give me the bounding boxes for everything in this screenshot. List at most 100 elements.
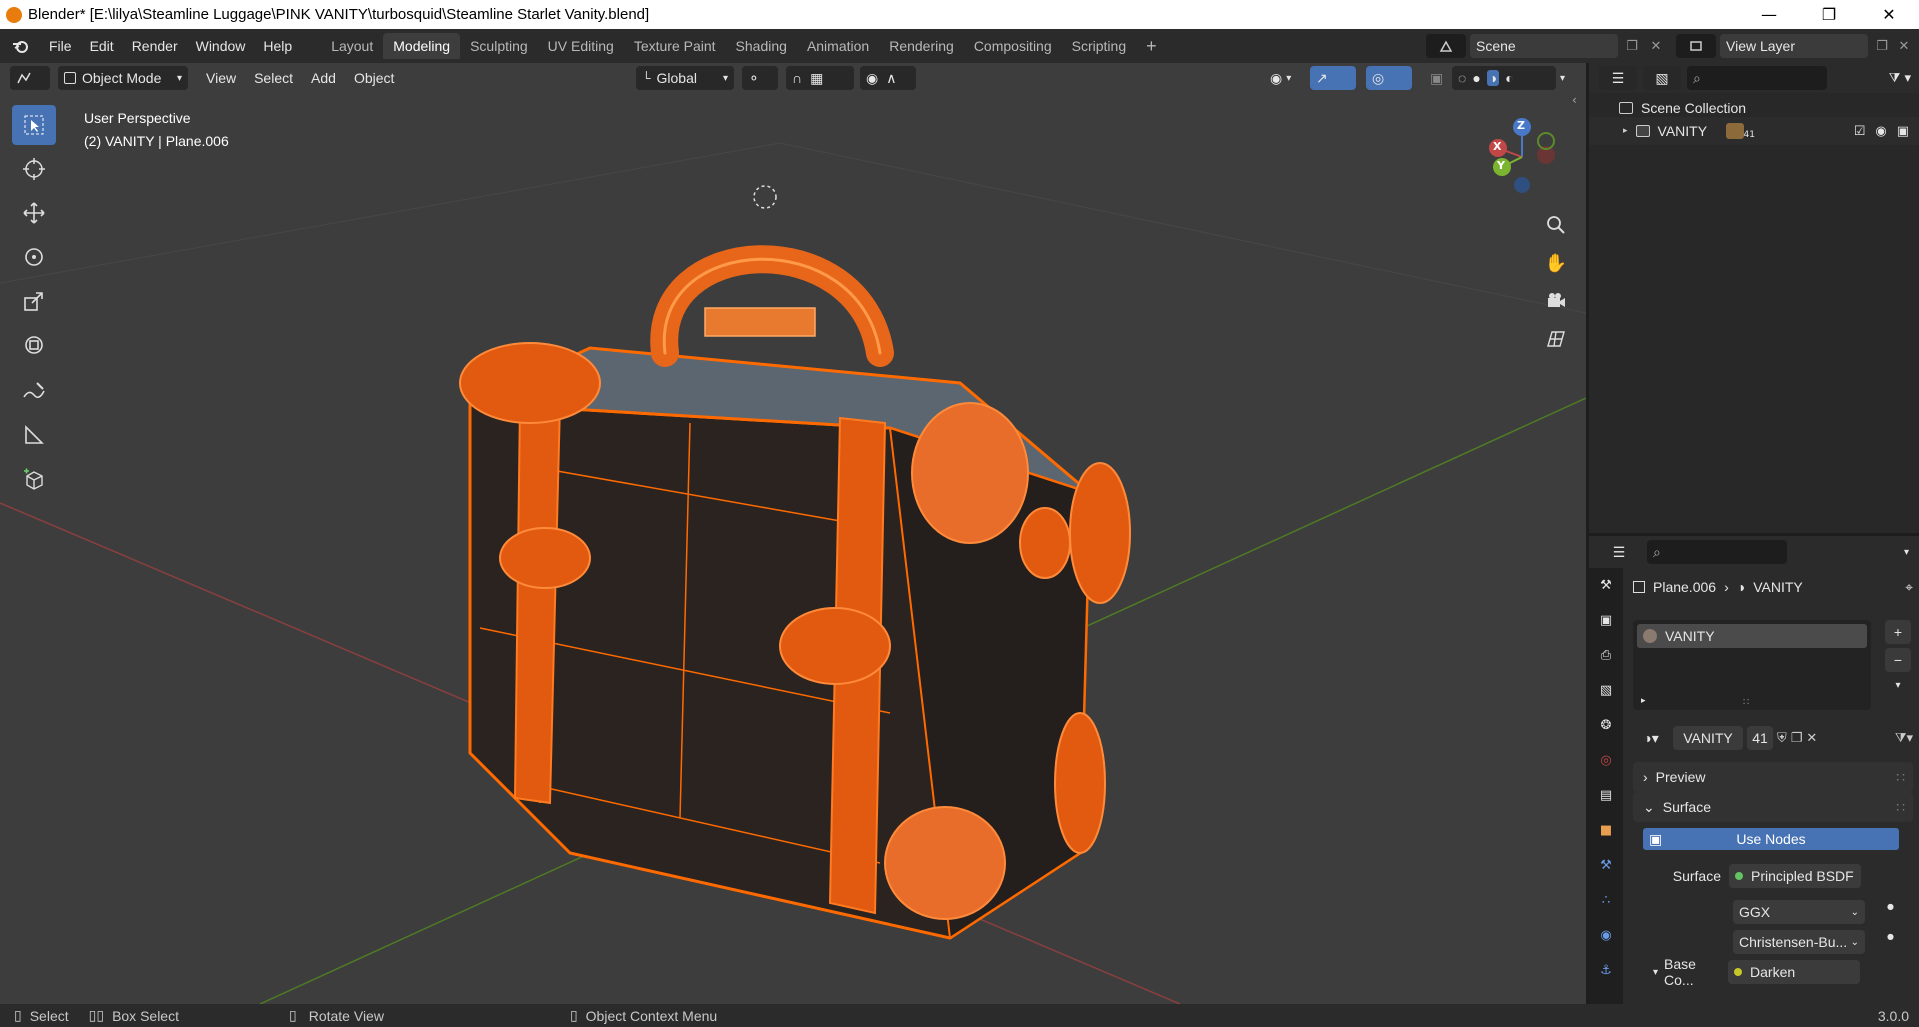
render-tab-icon[interactable]: ▣ <box>1589 603 1623 638</box>
pan-button[interactable]: ✋ <box>1540 247 1572 279</box>
camera-render-icon[interactable]: ▣ <box>1897 124 1909 139</box>
view-layer-tab-icon[interactable]: ▧ <box>1589 673 1623 708</box>
distribution-dropdown[interactable]: GGX ⌄ <box>1733 900 1865 924</box>
menu-object[interactable]: Object <box>348 66 400 90</box>
material-slot-row[interactable]: VANITY <box>1637 624 1867 648</box>
solid-shading-icon[interactable]: ● <box>1472 70 1480 86</box>
constraints-tab-icon[interactable]: ⚓ <box>1589 953 1623 988</box>
blender-menu-icon[interactable] <box>0 37 40 55</box>
modifier-tab-icon[interactable]: ⚒ <box>1589 848 1623 883</box>
menu-add[interactable]: Add <box>305 66 342 90</box>
properties-options-chevron-icon[interactable]: ▾ <box>1904 547 1909 558</box>
wireframe-shading-icon[interactable]: ◌ <box>1458 70 1466 86</box>
eye-icon[interactable]: ◉ <box>1875 124 1886 139</box>
drag-handle-icon[interactable]: ∷ <box>1896 799 1905 816</box>
select-box-tool[interactable] <box>12 105 56 145</box>
unlink-icon[interactable]: ✕ <box>1806 731 1817 746</box>
scene-new-icon[interactable]: ❐ <box>1622 39 1642 54</box>
tab-shading[interactable]: Shading <box>726 33 797 59</box>
visibility-dropdown[interactable]: ◉ ▾ <box>1264 66 1297 90</box>
outliner-editor-type[interactable]: ☰ <box>1599 66 1637 90</box>
menu-view[interactable]: View <box>200 66 242 90</box>
outliner-search-input[interactable]: ⌕ <box>1687 66 1827 90</box>
tab-modeling[interactable]: Modeling <box>383 33 461 59</box>
proportional-edit-toggle[interactable]: ◉ ∧ <box>860 66 916 90</box>
annotate-tool[interactable] <box>12 371 56 411</box>
object-tab-icon[interactable]: ■ <box>1589 813 1623 848</box>
particles-tab-icon[interactable]: ∴ <box>1589 883 1623 918</box>
view-layer-name-field[interactable]: View Layer <box>1720 34 1868 58</box>
resize-handle-icon[interactable]: ∷ <box>1743 697 1749 708</box>
menu-render[interactable]: Render <box>123 38 187 54</box>
pivot-point-button[interactable]: ⚬ <box>742 66 778 90</box>
slot-specials-chevron-icon[interactable]: ▾ <box>1885 680 1911 691</box>
user-count[interactable]: 41 <box>1747 726 1773 750</box>
preview-panel-header[interactable]: › Preview ∷ <box>1633 762 1913 792</box>
outliner-item-vanity[interactable]: ▸ VANITY 41 ☑ ◉ ▣ <box>1589 117 1919 145</box>
navigation-gizmo[interactable]: Z X Y <box>1478 107 1578 207</box>
tab-scripting[interactable]: Scripting <box>1062 33 1136 59</box>
menu-edit[interactable]: Edit <box>81 38 123 54</box>
close-button[interactable]: ✕ <box>1859 0 1919 29</box>
tab-texture-paint[interactable]: Texture Paint <box>624 33 726 59</box>
add-cube-tool[interactable] <box>12 459 56 499</box>
scene-name-field[interactable]: Scene <box>1470 34 1618 58</box>
shading-modes[interactable]: ◌ ● ◑ ◐ <box>1452 66 1556 90</box>
duplicate-icon[interactable]: ❐ <box>1791 731 1803 746</box>
xray-toggle[interactable]: ▣ <box>1424 66 1449 90</box>
subsurface-method-dropdown[interactable]: Christensen-Bu... ⌄ <box>1733 930 1865 954</box>
view-layer-close-icon[interactable]: ✕ <box>1896 39 1912 54</box>
scene-tab-icon[interactable]: ❂ <box>1589 708 1623 743</box>
surface-panel-header[interactable]: ⌄ Surface ∷ <box>1633 792 1913 822</box>
scene-close-icon[interactable]: ✕ <box>1646 39 1666 54</box>
filter-icon[interactable]: ⧩ ▾ <box>1889 71 1911 86</box>
physics-tab-icon[interactable]: ◉ <box>1589 918 1623 953</box>
menu-file[interactable]: File <box>40 38 81 54</box>
material-slot-list[interactable]: VANITY ▸ ∷ <box>1633 620 1871 710</box>
node-tree-icon[interactable]: ⧩▾ <box>1895 731 1913 746</box>
3d-viewport[interactable]: Object Mode ▾ View Select Add Object └ G… <box>0 63 1586 1004</box>
overlay-toggle[interactable]: ◎ <box>1366 66 1412 90</box>
add-workspace-button[interactable]: + <box>1136 31 1167 62</box>
expand-arrow-icon[interactable]: ▸ <box>1623 126 1628 136</box>
base-color-input[interactable]: Darken <box>1728 960 1861 984</box>
chevron-down-icon[interactable]: ▾ <box>1653 967 1658 978</box>
subsurface-link-dot-icon[interactable]: ● <box>1887 932 1894 941</box>
cursor-tool[interactable] <box>12 149 56 189</box>
output-tab-icon[interactable]: ⎙ <box>1589 638 1623 673</box>
gizmo-toggle[interactable]: ↗ <box>1310 66 1356 90</box>
tab-layout[interactable]: Layout <box>321 33 383 59</box>
scene-collection-row[interactable]: Scene Collection <box>1589 93 1919 117</box>
drag-handle-icon[interactable]: ∷ <box>1896 769 1905 786</box>
fake-user-shield-icon[interactable]: ⛨ <box>1777 731 1787 746</box>
transform-orientation-dropdown[interactable]: └ Global ▾ <box>636 66 734 90</box>
zoom-button[interactable] <box>1540 209 1572 241</box>
material-shading-icon[interactable]: ◑ <box>1486 70 1500 86</box>
collection-tab-icon[interactable]: ▤ <box>1589 778 1623 813</box>
view-layer-new-icon[interactable]: ❐ <box>1872 39 1892 54</box>
menu-window[interactable]: Window <box>187 38 255 54</box>
tab-rendering[interactable]: Rendering <box>879 33 964 59</box>
view-layer-browse-button[interactable] <box>1676 34 1716 58</box>
display-mode-dropdown[interactable]: ▧ <box>1643 66 1681 90</box>
distribution-link-dot-icon[interactable]: ● <box>1887 902 1894 911</box>
transform-tool[interactable] <box>12 325 56 365</box>
scale-tool[interactable] <box>12 281 56 321</box>
mode-dropdown[interactable]: Object Mode ▾ <box>58 66 188 90</box>
properties-editor-type[interactable]: ☰ <box>1599 540 1639 564</box>
material-name-field[interactable]: VANITY <box>1673 726 1743 750</box>
add-slot-button[interactable]: + <box>1885 620 1911 644</box>
tab-animation[interactable]: Animation <box>797 33 879 59</box>
tool-tab-icon[interactable]: ⚒ <box>1589 568 1623 603</box>
pin-icon[interactable]: ⌖ <box>1905 579 1913 596</box>
restore-button[interactable]: ❐ <box>1799 0 1859 29</box>
sidebar-toggle-chevron-icon[interactable]: ‹ <box>1572 93 1577 107</box>
use-nodes-button[interactable]: ▣ Use Nodes <box>1643 828 1899 850</box>
include-checkbox[interactable]: ☑ <box>1854 124 1866 139</box>
properties-search-input[interactable]: ⌕ <box>1647 540 1787 564</box>
surface-shader-selector[interactable]: Principled BSDF <box>1729 864 1861 888</box>
tab-uv-editing[interactable]: UV Editing <box>538 33 624 59</box>
tab-compositing[interactable]: Compositing <box>964 33 1062 59</box>
ortho-toggle-button[interactable] <box>1540 323 1572 355</box>
minimize-button[interactable]: — <box>1739 0 1799 29</box>
